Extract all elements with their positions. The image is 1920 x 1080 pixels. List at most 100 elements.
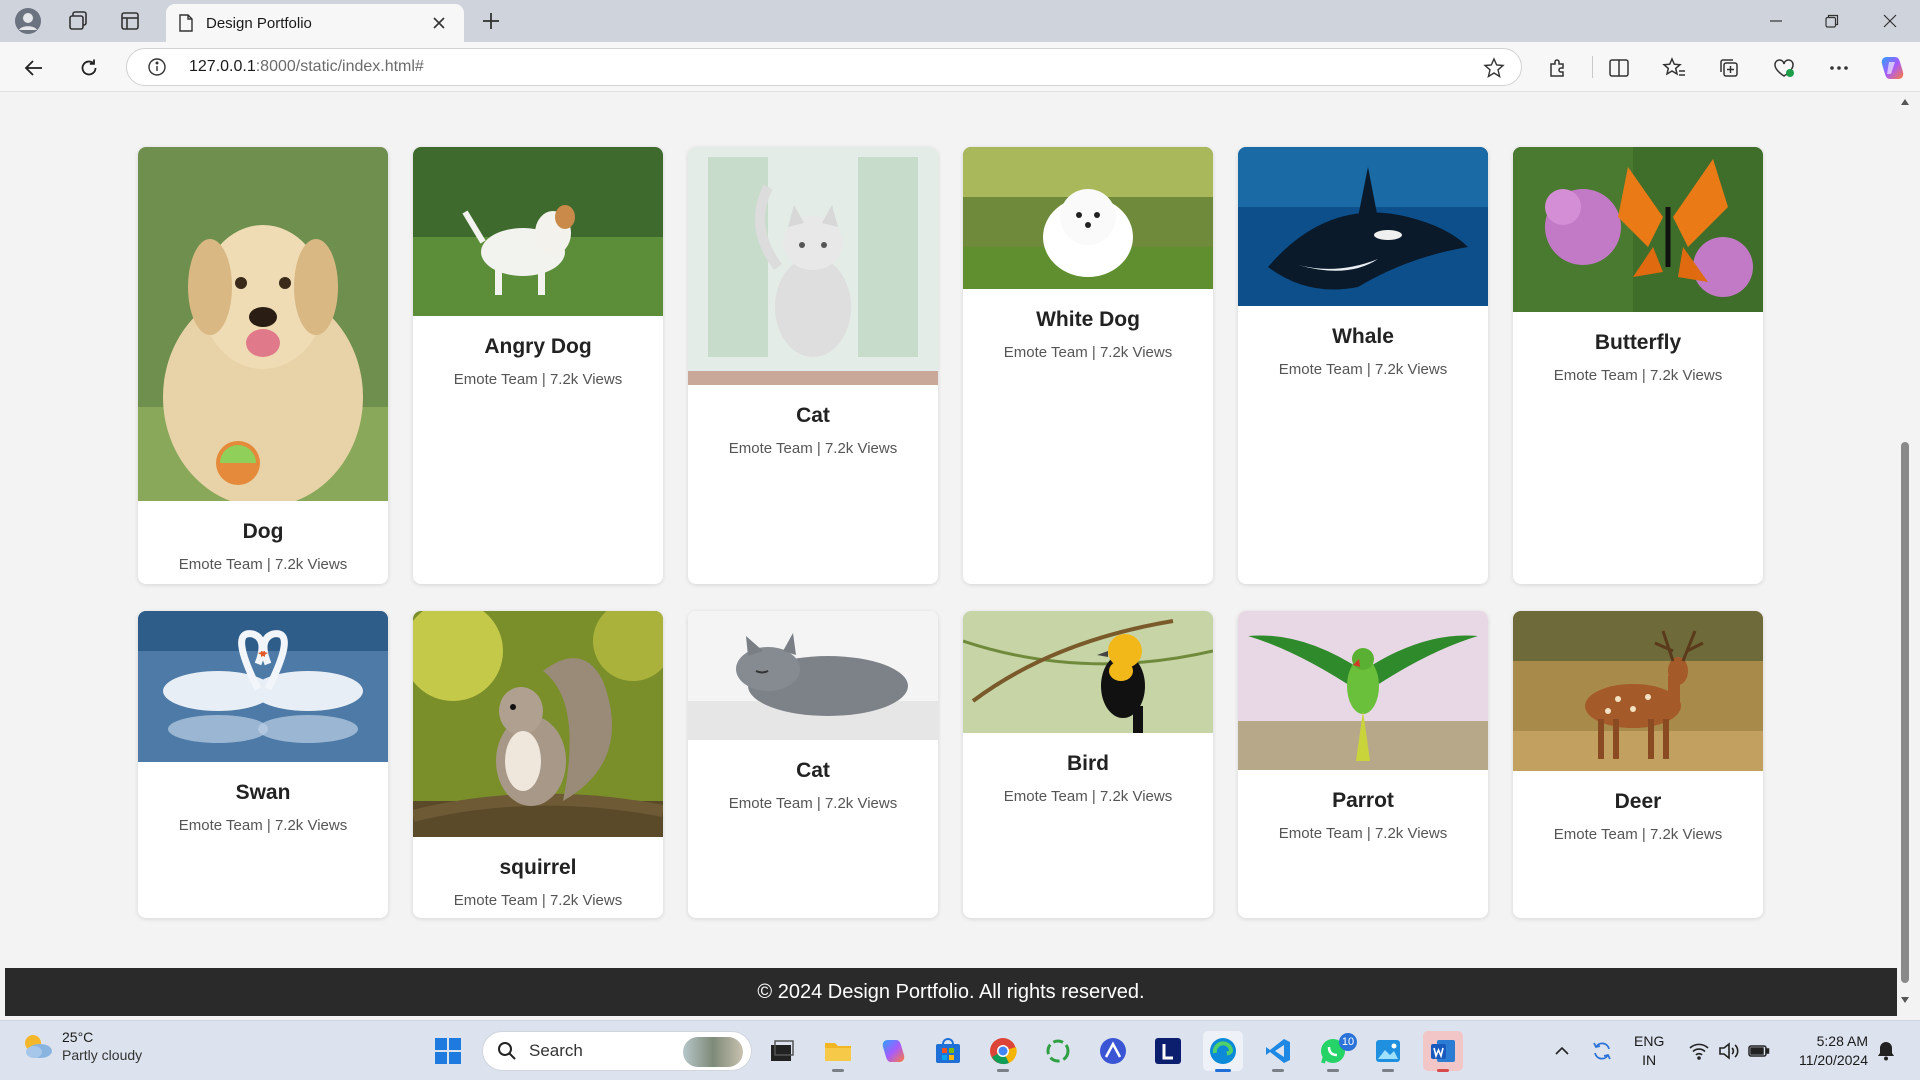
site-info-icon[interactable] [137, 49, 177, 85]
edge-icon[interactable] [1203, 1031, 1243, 1072]
workspaces-icon[interactable] [56, 0, 100, 42]
close-window-button[interactable] [1862, 0, 1918, 42]
card-meta: Emote Team | 7.2k Views [1278, 361, 1448, 378]
input-language-indicator[interactable]: ENG IN [1634, 1032, 1664, 1070]
running-indicator [832, 1069, 844, 1072]
portfolio-card[interactable]: Bird Emote Team | 7.2k Views [963, 611, 1213, 918]
portfolio-card[interactable]: Angry Dog Emote Team | 7.2k Views [413, 147, 663, 584]
profile-icon[interactable] [6, 0, 50, 42]
card-meta: Emote Team | 7.2k Views [453, 371, 623, 388]
collections-icon[interactable] [1711, 50, 1747, 86]
microsoft-store-icon[interactable] [928, 1031, 968, 1071]
battery-icon[interactable] [1744, 1021, 1774, 1080]
weather-widget[interactable]: 25°C Partly cloudy [20, 1029, 142, 1063]
whatsapp-icon[interactable]: 10 [1313, 1031, 1357, 1072]
orca-underwater-photo [1238, 147, 1488, 306]
portfolio-card[interactable]: Parrot Emote Team | 7.2k Views [1238, 611, 1488, 918]
new-tab-button[interactable] [474, 4, 508, 38]
portfolio-card[interactable]: Deer Emote Team | 7.2k Views [1513, 611, 1763, 918]
tab-design-portfolio[interactable]: Design Portfolio [166, 4, 464, 42]
sleeping-grey-cat-photo [688, 611, 938, 740]
word-icon[interactable] [1423, 1031, 1463, 1072]
url-path: :8000/static/index.html# [255, 58, 424, 75]
portfolio-card[interactable]: Dog Emote Team | 7.2k Views [138, 147, 388, 584]
toolbar-divider [1592, 56, 1593, 78]
whatsapp-unread-badge: 10 [1339, 1033, 1357, 1051]
card-meta: Emote Team | 7.2k Views [1003, 788, 1173, 805]
running-indicator [1272, 1069, 1284, 1072]
file-explorer-icon[interactable] [818, 1031, 858, 1072]
more-options-icon[interactable] [1821, 50, 1857, 86]
portfolio-card[interactable]: Cat Emote Team | 7.2k Views [688, 147, 938, 584]
vscode-icon[interactable] [1258, 1031, 1298, 1072]
page-viewport: Dog Emote Team | 7.2k Views Angry Dog Em… [0, 93, 1920, 1020]
l-app-icon[interactable] [1148, 1031, 1188, 1071]
task-view-icon[interactable] [762, 1031, 802, 1071]
card-meta: Emote Team | 7.2k Views [728, 795, 898, 812]
start-button[interactable] [428, 1031, 468, 1071]
notifications-bell-icon[interactable] [1872, 1021, 1900, 1080]
portfolio-card[interactable]: Butterfly Emote Team | 7.2k Views [1513, 147, 1763, 584]
card-title: Parrot [1332, 789, 1394, 812]
footer-copyright: © 2024 Design Portfolio. All rights rese… [757, 980, 1145, 1003]
search-label: Search [529, 1041, 583, 1060]
portfolio-card[interactable]: squirrel Emote Team | 7.2k Views [413, 611, 663, 918]
browser-essentials-icon[interactable] [1766, 50, 1802, 86]
running-indicator [1382, 1069, 1394, 1072]
page-footer: © 2024 Design Portfolio. All rights rese… [5, 968, 1897, 1016]
running-indicator [1215, 1069, 1231, 1072]
card-meta: Emote Team | 7.2k Views [1553, 367, 1723, 384]
minimize-button[interactable] [1748, 0, 1804, 42]
scroll-down-arrow-icon[interactable] [1899, 994, 1911, 1006]
split-screen-icon[interactable] [1601, 50, 1637, 86]
portfolio-card[interactable]: Whale Emote Team | 7.2k Views [1238, 147, 1488, 584]
close-tab-icon[interactable] [426, 10, 452, 36]
page-scrollbar[interactable] [1897, 93, 1913, 1020]
scrollbar-thumb[interactable] [1901, 442, 1909, 983]
clock-date: 11/20/2024 [1798, 1052, 1868, 1068]
refresh-button[interactable] [71, 50, 107, 86]
back-button[interactable] [16, 50, 52, 86]
running-indicator [1327, 1069, 1339, 1072]
page-icon [179, 14, 193, 32]
portfolio-card[interactable]: Swan Emote Team | 7.2k Views [138, 611, 388, 918]
restore-button[interactable] [1804, 0, 1860, 42]
region-code: IN [1642, 1052, 1657, 1068]
wifi-icon[interactable] [1684, 1021, 1714, 1080]
photos-icon[interactable] [1368, 1031, 1408, 1072]
card-meta: Emote Team | 7.2k Views [178, 556, 348, 573]
card-title: White Dog [1036, 308, 1140, 331]
affinity-app-icon[interactable] [1093, 1031, 1133, 1071]
browser-toolbar: 127.0.0.1:8000/static/index.html# [0, 42, 1920, 92]
clock-time: 5:28 AM [1816, 1033, 1868, 1049]
system-clock[interactable]: 5:28 AM 11/20/2024 [1784, 1032, 1868, 1070]
portfolio-card[interactable]: Cat Emote Team | 7.2k Views [688, 611, 938, 918]
portfolio-card[interactable]: White Dog Emote Team | 7.2k Views [963, 147, 1213, 584]
taskbar-search-box[interactable]: Search [482, 1031, 752, 1071]
favorite-star-icon[interactable] [1481, 55, 1507, 81]
favorites-icon[interactable] [1656, 50, 1692, 86]
scroll-up-arrow-icon[interactable] [1899, 96, 1911, 108]
sync-app-icon[interactable] [1038, 1031, 1078, 1071]
show-hidden-icons-chevron-icon[interactable] [1548, 1021, 1576, 1080]
weather-temperature: 25°C [62, 1029, 94, 1045]
copilot-icon[interactable] [1874, 50, 1910, 86]
card-title: squirrel [499, 856, 577, 879]
card-meta: Emote Team | 7.2k Views [1553, 826, 1723, 843]
url-host: 127.0.0.1 [189, 58, 256, 75]
tab-title: Design Portfolio [206, 14, 312, 32]
volume-icon[interactable] [1714, 1021, 1744, 1080]
vertical-tabs-icon[interactable] [108, 0, 152, 42]
sync-status-icon[interactable] [1586, 1021, 1618, 1080]
spotted-deer-photo [1513, 611, 1763, 771]
card-title: Dog [242, 520, 284, 543]
address-bar[interactable]: 127.0.0.1:8000/static/index.html# [126, 48, 1522, 86]
copilot-app-icon[interactable] [873, 1031, 913, 1071]
weather-description: Partly cloudy [62, 1047, 143, 1063]
card-title: Cat [796, 404, 830, 427]
yellow-headed-blackbird-photo [963, 611, 1213, 733]
card-title: Angry Dog [484, 335, 592, 358]
card-title: Deer [1614, 790, 1662, 813]
chrome-icon[interactable] [983, 1031, 1023, 1072]
extensions-icon[interactable] [1540, 50, 1576, 86]
